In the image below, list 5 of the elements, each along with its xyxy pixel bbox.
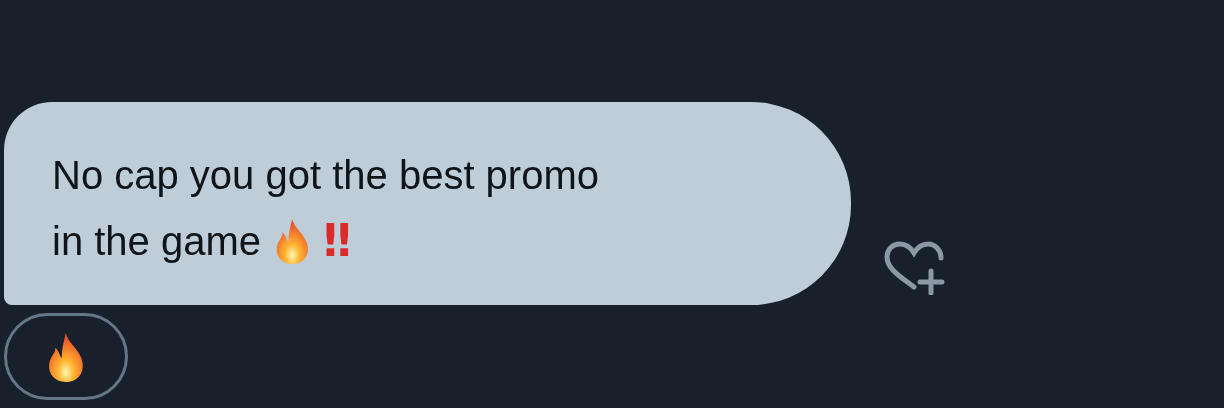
message-text: No cap you got the best promo: [52, 152, 599, 199]
message-text: in the game: [52, 218, 262, 265]
reaction-chip[interactable]: [4, 313, 128, 400]
heart-plus-icon[interactable]: [883, 241, 945, 295]
double-exclamation-mark: ‼: [323, 216, 351, 266]
